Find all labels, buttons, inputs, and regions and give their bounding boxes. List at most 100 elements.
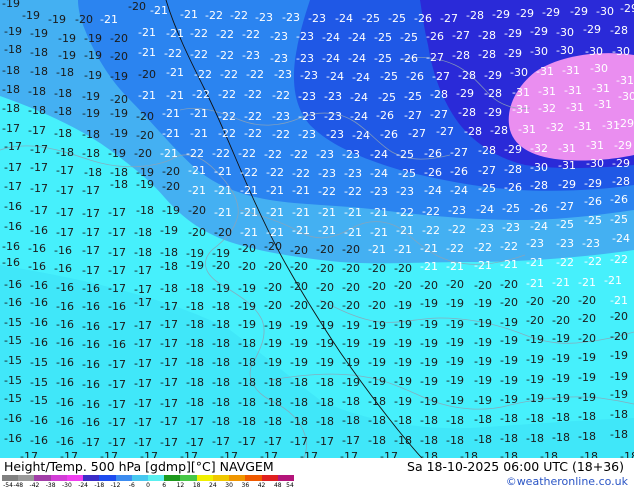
temp-label: -19 (394, 337, 412, 350)
temp-label: -16 (82, 300, 100, 313)
temp-label: -18 (212, 396, 230, 409)
temp-label: -25 (396, 148, 414, 161)
temp-label: -22 (190, 48, 208, 61)
temp-label: -30 (586, 157, 604, 170)
temp-label: -15 (30, 394, 48, 407)
temp-label: -26 (450, 165, 468, 178)
temp-label: -21 (370, 206, 388, 219)
temp-label: -20 (264, 240, 282, 253)
temp-label: -17 (134, 416, 152, 429)
temp-label: -21 (526, 256, 544, 269)
temp-label: -20 (188, 226, 206, 239)
temp-label: -17 (134, 436, 152, 449)
colorbar-swatch (66, 475, 84, 481)
temp-label: -19 (610, 388, 628, 401)
temp-label: -26 (376, 109, 394, 122)
temp-label: -21 (344, 226, 362, 239)
temp-label: -16 (56, 376, 74, 389)
temp-label: -22 (205, 9, 223, 22)
temp-label: -17 (4, 140, 22, 153)
colorbar-tick: -54 (3, 482, 13, 489)
temp-label: -31 (536, 65, 554, 78)
temp-label: -19 (474, 336, 492, 349)
temp-label: -19 (500, 316, 518, 329)
temp-label: -32 (538, 102, 556, 115)
temp-label: -19 (342, 356, 360, 369)
temp-label: -16 (30, 279, 48, 292)
temp-label: -20 (342, 243, 360, 256)
temp-label: -24 (370, 148, 388, 161)
temp-label: -16 (56, 356, 74, 369)
temp-label: -24 (348, 31, 366, 44)
temp-label: -27 (408, 127, 426, 140)
temp-label: -17 (82, 244, 100, 257)
temp-label: -19 (474, 297, 492, 310)
temp-label: -19 (446, 336, 464, 349)
temp-label: -22 (244, 110, 262, 123)
temp-label: -16 (30, 296, 48, 309)
temp-label: -29 (542, 6, 560, 19)
temp-label: -21 (292, 206, 310, 219)
temp-label: -18 (136, 204, 154, 217)
temp-label: -18 (56, 146, 74, 159)
temp-label: -24 (335, 12, 353, 25)
temp-label: -17 (56, 206, 74, 219)
temp-label: -18 (28, 104, 46, 117)
temp-label: -20 (552, 314, 570, 327)
temp-label: -24 (476, 203, 494, 216)
temp-label: -21 (446, 260, 464, 273)
temp-label: -19 (22, 9, 40, 22)
temp-label: -24 (424, 184, 442, 197)
colorbar-tick: 42 (257, 482, 266, 489)
temp-label: -22 (396, 206, 414, 219)
temp-label: -27 (440, 12, 458, 25)
temperature-map: -19 -19 -19 -20 -21 -20 -21 -21 -22 -22 -23 -23 -23-… (0, 0, 634, 458)
map-title: Height/Temp. 500 hPa [gdmp][°C] NAVGEM (4, 459, 274, 474)
temp-label: -16 (54, 262, 72, 275)
colorbar-tick: -24 (78, 482, 89, 489)
temp-label: -22 (272, 128, 290, 141)
temp-label: -22 (422, 224, 440, 237)
temp-label: -22 (212, 147, 230, 160)
temp-label: -17 (108, 398, 126, 411)
temp-label: -19 (578, 391, 596, 404)
temp-label: -19 (420, 337, 438, 350)
temp-label: -20 (342, 299, 360, 312)
temp-label: -20 (290, 244, 308, 257)
temp-label: -18 (30, 65, 48, 78)
temp-label: -32 (546, 121, 564, 134)
temp-label: -20 (110, 50, 128, 63)
temp-label: -20 (474, 279, 492, 292)
temp-label: -22 (318, 185, 336, 198)
temp-label: -27 (436, 125, 454, 138)
temp-label: -22 (266, 166, 284, 179)
temp-label: -23 (526, 237, 544, 250)
copyright-link[interactable]: ©weatheronline.co.uk (506, 475, 628, 488)
temp-label: -18 (446, 434, 464, 447)
temp-label: -21 (396, 224, 414, 237)
temp-label: -17 (28, 124, 46, 137)
temp-label: -19 (526, 333, 544, 346)
colorbar-tick: -18 (94, 482, 105, 489)
temp-label: -20 (136, 129, 154, 142)
temp-label: -16 (56, 336, 74, 349)
temp-label: -20 (110, 93, 128, 106)
temp-label: -17 (108, 358, 126, 371)
color-legend: -54 -48 -42 -38 -30 -24 -18 -12 -6 0 6 12 18 24 30 36 42… (2, 475, 295, 489)
temp-label: -18 (238, 415, 256, 428)
temp-label: -19 (368, 337, 386, 350)
temp-label: -31 (592, 82, 610, 95)
temp-label: -19 (500, 334, 518, 347)
temp-label: -25 (362, 12, 380, 25)
temp-label: -21 (474, 259, 492, 272)
temp-label: -17 (30, 204, 48, 217)
temp-label: -28 (612, 175, 630, 188)
colorbar-swatch (115, 475, 133, 481)
temp-label: -19 (30, 27, 48, 40)
temp-label: -18 (290, 415, 308, 428)
temp-label: -20 (368, 299, 386, 312)
temp-label: -18 (212, 337, 230, 350)
temp-label: -21 (266, 226, 284, 239)
temp-label: -17 (220, 450, 238, 458)
temp-label: -19 (238, 318, 256, 331)
